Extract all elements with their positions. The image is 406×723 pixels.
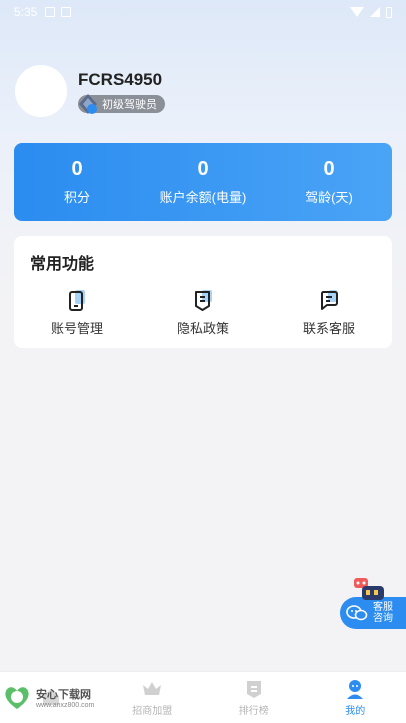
username: FCRS4950 (78, 69, 163, 89)
watermark: 安心下载网 www.anxz800.com (0, 675, 110, 719)
stats-card: 0 积分 0 账户余额(电量) 0 驾龄(天) (14, 143, 392, 221)
tab-mine[interactable]: 我的 (305, 672, 406, 723)
stat-value: 0 (71, 158, 83, 180)
tab-label: 排行榜 (238, 706, 269, 717)
stat-points[interactable]: 0 积分 (14, 143, 140, 221)
tab-ranking[interactable]: 排行榜 (203, 672, 305, 723)
func-label: 联系客服 (302, 321, 355, 336)
service-label-2: 咨询 (373, 613, 393, 624)
watermark-url: www.anxz800.com (36, 701, 95, 709)
watermark-title: 安心下载网 (36, 688, 91, 701)
service-label-1: 客服 (373, 602, 393, 613)
contact-support-button[interactable]: 联系客服 (266, 288, 392, 337)
ranking-icon (246, 681, 261, 698)
common-functions-card: 常用功能 账号管理 隐私政策 联系客服 (14, 236, 392, 348)
profile-section[interactable]: FCRS4950 初级驾驶员 (15, 65, 165, 117)
screenshot-icon (61, 7, 72, 17)
user-icon (347, 680, 364, 699)
func-label: 账号管理 (50, 321, 103, 336)
stat-label: 驾龄(天) (305, 190, 353, 205)
stat-balance[interactable]: 0 账户余额(电量) (140, 143, 266, 221)
tab-label: 招商加盟 (132, 706, 173, 717)
level-medal-icon (79, 93, 97, 114)
tab-label: 我的 (345, 706, 366, 717)
chat-icon (320, 290, 338, 310)
level-label: 初级驾驶员 (102, 98, 157, 111)
watermark-logo-icon (5, 687, 29, 709)
crown-icon (143, 682, 162, 695)
level-badge: 初级驾驶员 (78, 93, 165, 114)
status-bar: 5:35 (0, 0, 406, 24)
status-time: 5:35 (14, 5, 38, 19)
wechat-icon (346, 605, 368, 621)
wifi-icon (350, 7, 364, 17)
document-icon (195, 290, 212, 311)
phone-icon (69, 290, 85, 311)
stat-value: 0 (197, 158, 209, 180)
section-title: 常用功能 (30, 256, 95, 273)
notification-icon (45, 7, 56, 17)
stat-driving-age[interactable]: 0 驾龄(天) (266, 143, 392, 221)
privacy-policy-button[interactable]: 隐私政策 (140, 288, 266, 337)
battery-icon (386, 6, 392, 18)
func-label: 隐私政策 (176, 321, 229, 336)
robot-mascot-icon (354, 578, 384, 600)
account-management-button[interactable]: 账号管理 (14, 288, 140, 337)
tab-franchise[interactable]: 招商加盟 (102, 672, 204, 723)
stat-label: 账户余额(电量) (159, 190, 247, 205)
avatar[interactable] (15, 65, 67, 117)
stat-value: 0 (323, 158, 335, 180)
stat-label: 积分 (63, 190, 90, 205)
signal-icon (370, 7, 380, 17)
